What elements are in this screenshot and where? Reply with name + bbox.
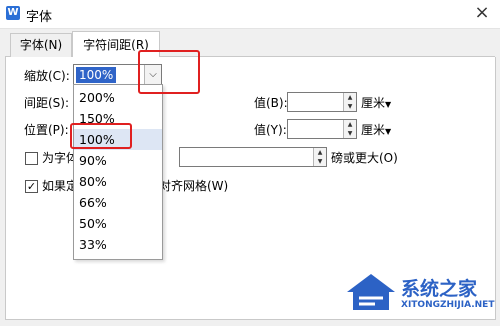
- spacing-label: 间距(S):: [24, 96, 70, 110]
- scale-value: 100%: [76, 67, 117, 83]
- scale-option[interactable]: 80%: [74, 171, 162, 192]
- kerning-spinner[interactable]: ▲ ▼: [313, 148, 326, 166]
- house-logo-icon: [347, 274, 395, 310]
- caret-down-icon: ▼: [385, 100, 392, 109]
- spin-down-icon[interactable]: ▼: [344, 102, 356, 111]
- highlight-box-100-option: [70, 123, 132, 149]
- kerning-checkbox[interactable]: [25, 152, 38, 165]
- close-icon[interactable]: ×: [472, 3, 492, 23]
- kerning-size-input[interactable]: ▲ ▼: [179, 147, 327, 167]
- grid-checkbox[interactable]: ✓: [25, 180, 38, 193]
- app-icon: W: [6, 6, 20, 20]
- unit-dropdown-y[interactable]: 厘米▼: [361, 121, 391, 141]
- title-bar: W 字体 ×: [0, 0, 500, 29]
- scale-dropdown-list: 200% 150% 100% 90% 80% 66% 50% 33%: [73, 84, 163, 260]
- scale-option[interactable]: 50%: [74, 213, 162, 234]
- scale-label: 缩放(C):: [24, 69, 70, 83]
- spin-down-icon[interactable]: ▼: [314, 157, 326, 166]
- value-b-spinner[interactable]: ▲ ▼: [343, 93, 356, 111]
- spin-down-icon[interactable]: ▼: [344, 129, 356, 138]
- watermark-brand: 系统之家: [401, 278, 478, 300]
- value-y-label: 值(Y):: [254, 123, 287, 137]
- caret-down-icon: ▼: [385, 127, 392, 136]
- scale-option[interactable]: 33%: [74, 234, 162, 255]
- value-b-input[interactable]: ▲ ▼: [287, 92, 357, 112]
- dialog-title: 字体: [26, 10, 53, 25]
- tab-font[interactable]: 字体(N): [10, 33, 72, 57]
- watermark-url: XITONGZHIJIA.NET: [401, 300, 495, 310]
- watermark: 系统之家 XITONGZHIJIA.NET: [345, 270, 495, 322]
- position-label: 位置(P):: [24, 123, 69, 137]
- value-y-spinner[interactable]: ▲ ▼: [343, 120, 356, 138]
- value-y-input[interactable]: ▲ ▼: [287, 119, 357, 139]
- unit-label: 厘米: [361, 123, 386, 137]
- unit-dropdown-b[interactable]: 厘米▼: [361, 94, 391, 114]
- highlight-box-dropdown-button: [138, 50, 200, 94]
- scale-option[interactable]: 66%: [74, 192, 162, 213]
- value-b-label: 值(B):: [254, 96, 288, 110]
- kerning-suffix: 磅或更大(O): [331, 151, 398, 165]
- scale-option[interactable]: 90%: [74, 150, 162, 171]
- unit-label: 厘米: [361, 96, 386, 110]
